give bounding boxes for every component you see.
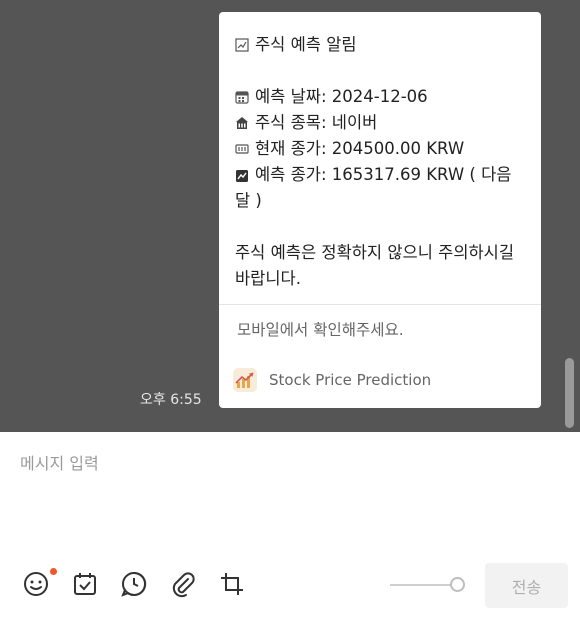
chat-area: 주식 예측 알림 예측 날짜: 2024-12-06 주식 종목: 네이버 현재… bbox=[0, 0, 580, 432]
price-tag-icon bbox=[235, 144, 249, 154]
capture-button[interactable] bbox=[216, 568, 248, 600]
mobile-note: 모바일에서 확인해주세요. bbox=[237, 321, 404, 339]
stock-name: 주식 종목: 네이버 bbox=[255, 113, 378, 132]
message-title: 주식 예측 알림 bbox=[255, 35, 357, 54]
current-price: 현재 종가: 204500.00 KRW bbox=[255, 139, 465, 158]
crop-icon bbox=[221, 573, 243, 595]
calendar-check-icon bbox=[74, 573, 96, 595]
message-body: 주식 예측 알림 예측 날짜: 2024-12-06 주식 종목: 네이버 현재… bbox=[219, 12, 541, 292]
building-icon bbox=[236, 117, 248, 129]
opacity-slider[interactable] bbox=[390, 575, 466, 595]
app-name: Stock Price Prediction bbox=[269, 371, 432, 389]
clock-icon bbox=[121, 571, 147, 597]
message-timestamp: 오후 6:55 bbox=[140, 392, 202, 408]
notification-dot bbox=[50, 568, 57, 575]
current-price-row: 현재 종가: 204500.00 KRW bbox=[235, 136, 525, 162]
prediction-date: 예측 날짜: 2024-12-06 bbox=[255, 87, 428, 106]
emoji-button[interactable] bbox=[20, 568, 52, 600]
slider-track bbox=[390, 584, 456, 586]
warning-text: 주식 예측은 정확하지 않으니 주의하시길 바랍니다. bbox=[235, 243, 515, 288]
stock-app-logo-icon bbox=[233, 368, 257, 392]
trend-chart-icon bbox=[236, 169, 248, 182]
predicted-price: 예측 종가: 165317.69 KRW ( 다음 달 ) bbox=[235, 165, 512, 210]
message-divider bbox=[219, 304, 541, 305]
chat-scrollbar[interactable] bbox=[565, 358, 574, 428]
stock-row: 주식 종목: 네이버 bbox=[235, 110, 525, 136]
paperclip-icon bbox=[172, 572, 195, 598]
predicted-price-row: 예측 종가: 165317.69 KRW ( 다음 달 ) bbox=[235, 162, 525, 214]
app-attribution[interactable]: Stock Price Prediction bbox=[233, 368, 431, 392]
send-button[interactable]: 전송 bbox=[485, 563, 568, 608]
reminder-button[interactable] bbox=[118, 568, 150, 600]
chart-icon bbox=[235, 38, 249, 52]
message-composer: 전송 bbox=[0, 432, 580, 621]
attach-file-button[interactable] bbox=[167, 568, 199, 600]
schedule-button[interactable] bbox=[69, 568, 101, 600]
emoji-icon bbox=[24, 572, 48, 596]
slider-thumb[interactable] bbox=[450, 577, 465, 592]
message-input[interactable] bbox=[20, 450, 560, 550]
calendar-icon bbox=[235, 91, 249, 104]
message-bubble[interactable]: 주식 예측 알림 예측 날짜: 2024-12-06 주식 종목: 네이버 현재… bbox=[219, 12, 541, 408]
message-title-row: 주식 예측 알림 bbox=[235, 32, 525, 58]
date-row: 예측 날짜: 2024-12-06 bbox=[235, 84, 525, 110]
